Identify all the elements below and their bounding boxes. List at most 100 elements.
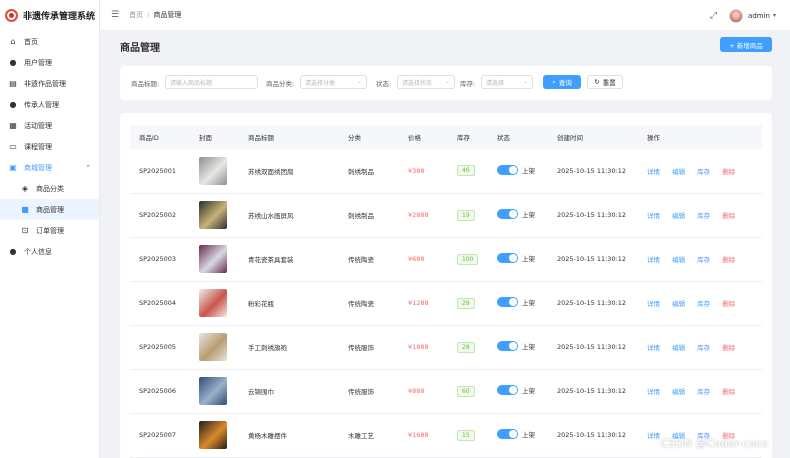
breadcrumb-separator: / (147, 11, 150, 19)
status-label: 上架 (522, 211, 535, 219)
product-category: 木雕工艺 (339, 413, 399, 458)
status-toggle[interactable]: 上架 (497, 341, 535, 351)
stock-link[interactable]: 库存 (697, 300, 710, 308)
product-price: ¥888 (408, 387, 425, 395)
product-table-card: 商品ID 封面 商品标题 分类 价格 库存 状态 创建时间 操作 SP20250… (120, 113, 772, 458)
product-thumbnail[interactable] (199, 289, 227, 317)
created-time: 2025-10-15 11:30:12 (548, 149, 638, 194)
top-header: ☰ 首页 / 商品管理 ⤢ admin ▾ (100, 0, 790, 31)
chevron-down-icon: ⌄ (357, 79, 362, 85)
sidebar-item-profile[interactable]: ● 个人信息 (0, 241, 99, 262)
collapse-menu-icon[interactable]: ☰ (111, 10, 119, 20)
toggle-track[interactable] (497, 253, 518, 263)
breadcrumb-home[interactable]: 首页 (129, 10, 143, 20)
toggle-track[interactable] (497, 297, 518, 307)
toggle-track[interactable] (497, 164, 518, 175)
delete-link[interactable]: 删除 (722, 256, 735, 264)
product-thumbnail[interactable] (199, 333, 227, 361)
edit-link[interactable]: 编辑 (672, 344, 685, 352)
status-toggle[interactable]: 上架 (497, 209, 535, 219)
status-toggle[interactable]: 上架 (497, 385, 535, 395)
created-time: 2025-10-15 11:30:12 (548, 237, 638, 282)
toggle-track[interactable] (497, 429, 518, 439)
table-body: SP2025001 苏绣双面绣团扇 刺绣制品 ¥388 46 上架 2025-1… (130, 149, 762, 458)
product-thumbnail[interactable] (199, 245, 227, 273)
detail-link[interactable]: 详情 (647, 300, 660, 308)
detail-link[interactable]: 详情 (647, 168, 660, 176)
edit-link[interactable]: 编辑 (672, 256, 685, 264)
product-thumbnail[interactable] (199, 201, 227, 229)
toggle-track[interactable] (497, 341, 518, 351)
product-thumbnail[interactable] (199, 377, 227, 405)
reset-button[interactable]: ↻ 重置 (587, 75, 623, 89)
status-filter-label: 状态: (376, 80, 392, 88)
detail-link[interactable]: 详情 (647, 388, 660, 396)
toggle-track[interactable] (497, 385, 518, 395)
edit-link[interactable]: 编辑 (672, 388, 685, 396)
product-id: SP2025005 (130, 325, 190, 370)
title-filter-input[interactable]: 请输入商品标题 (165, 75, 258, 89)
fullscreen-icon[interactable]: ⤢ (710, 11, 717, 21)
shop-icon: ▣ (9, 163, 17, 172)
user-icon: ● (9, 58, 17, 67)
detail-link[interactable]: 详情 (647, 212, 660, 220)
sidebar-item-label: 商品分类 (36, 184, 64, 193)
query-button[interactable]: ⌕ 查询 (543, 75, 581, 89)
breadcrumb: 首页 / 商品管理 (129, 10, 181, 20)
status-toggle[interactable]: 上架 (497, 164, 535, 175)
stock-link[interactable]: 库存 (697, 388, 710, 396)
sidebar-item-label: 首页 (24, 37, 38, 46)
sidebar-item-users[interactable]: ● 用户管理 (0, 52, 99, 73)
column-header: 分类 (339, 125, 399, 149)
delete-link[interactable]: 删除 (722, 344, 735, 352)
stock-link[interactable]: 库存 (697, 212, 710, 220)
status-toggle[interactable]: 上架 (497, 253, 535, 263)
add-product-button[interactable]: + 新增商品 (720, 37, 772, 52)
edit-link[interactable]: 编辑 (672, 212, 685, 220)
product-thumbnail[interactable] (199, 421, 227, 449)
category-select[interactable]: 请选择分类 ⌄ (300, 75, 367, 89)
sidebar-item-orders[interactable]: ⊡ 订单管理 (0, 220, 99, 241)
chevron-up-icon: ⌃ (85, 163, 91, 172)
sidebar-item-works[interactable]: ▤ 非遗作品管理 (0, 73, 99, 94)
edit-link[interactable]: 编辑 (672, 300, 685, 308)
detail-link[interactable]: 详情 (647, 432, 660, 440)
product-thumbnail[interactable] (199, 156, 227, 185)
detail-link[interactable]: 详情 (647, 344, 660, 352)
toggle-track[interactable] (497, 209, 518, 219)
column-header: 价格 (399, 125, 448, 149)
stock-link[interactable]: 库存 (697, 344, 710, 352)
delete-link[interactable]: 删除 (722, 388, 735, 396)
product-category: 传统陶瓷 (339, 237, 399, 282)
status-toggle[interactable]: 上架 (497, 429, 535, 439)
stock-link[interactable]: 库存 (697, 168, 710, 176)
stock-link[interactable]: 库存 (697, 256, 710, 264)
sidebar-item-courses[interactable]: ▭ 课程管理 (0, 136, 99, 157)
sidebar-item-shop[interactable]: ▣ 商城管理 ⌃ (0, 157, 99, 178)
stock-badge: 60 (457, 385, 475, 397)
detail-link[interactable]: 详情 (647, 256, 660, 264)
delete-link[interactable]: 删除 (722, 300, 735, 308)
stock-select[interactable]: 请选择 ⌄ (481, 75, 533, 89)
sidebar-item-goods[interactable]: ■ 商品管理 (0, 199, 99, 220)
edit-link[interactable]: 编辑 (672, 168, 685, 176)
avatar[interactable] (729, 8, 744, 23)
product-title: 手工刺绣旗袍 (239, 325, 339, 370)
delete-link[interactable]: 删除 (722, 212, 735, 220)
sidebar-item-categories[interactable]: ◈ 商品分类 (0, 178, 99, 199)
delete-link[interactable]: 删除 (722, 168, 735, 176)
product-id: SP2025006 (130, 369, 190, 414)
status-toggle[interactable]: 上架 (497, 297, 535, 307)
chevron-down-icon[interactable]: ▾ (773, 12, 776, 19)
status-select[interactable]: 请选择状态 ⌄ (397, 75, 455, 89)
username[interactable]: admin (748, 12, 770, 20)
sidebar-item-label: 非遗作品管理 (24, 79, 66, 88)
product-id: SP2025001 (130, 149, 190, 194)
toggle-knob (509, 386, 517, 394)
sidebar-item-inheritors[interactable]: ● 传承人管理 (0, 94, 99, 115)
sidebar-item-home[interactable]: ⌂ 首页 (0, 31, 99, 52)
sidebar-item-activities[interactable]: ▦ 活动管理 (0, 115, 99, 136)
created-time: 2025-10-15 11:30:12 (548, 325, 638, 370)
table-row: SP2025003 青花瓷茶具套装 传统陶瓷 ¥688 100 上架 2025-… (130, 237, 762, 282)
page-title: 商品管理 (120, 43, 160, 54)
